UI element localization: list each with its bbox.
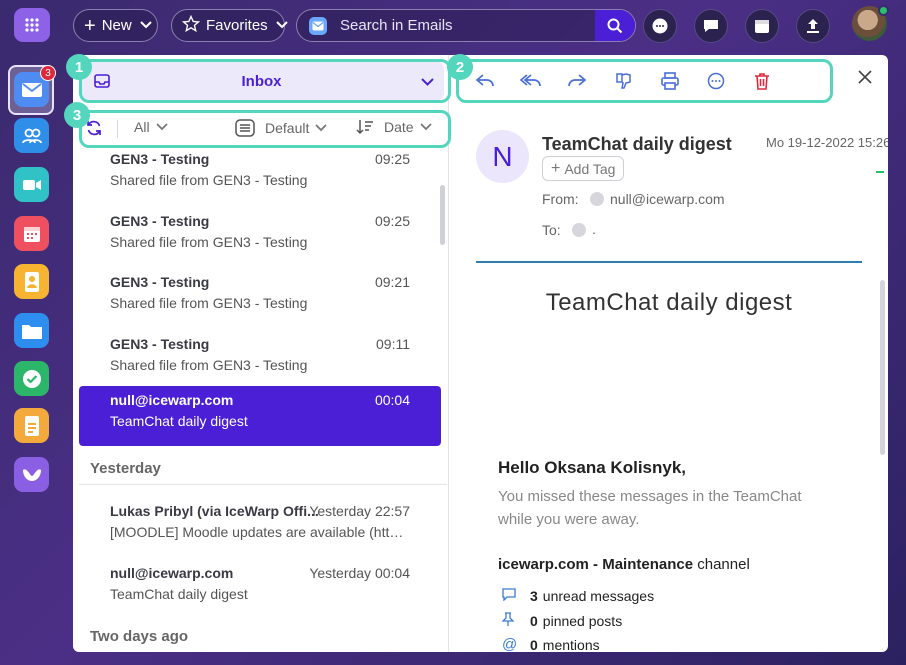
channel-name: icewarp.com - Maintenance xyxy=(498,556,694,573)
message-subject: TeamChat daily digest xyxy=(110,413,248,429)
message-subject: Shared file from GEN3 - Testing xyxy=(110,234,308,250)
teamchat-app-icon[interactable] xyxy=(14,457,49,492)
stat-label: pinned posts xyxy=(542,612,623,629)
pin-icon xyxy=(501,612,530,629)
upload-icon[interactable] xyxy=(796,9,830,43)
stat-mentions: @ 0 mentions xyxy=(502,636,600,652)
plus-icon: + xyxy=(84,14,96,37)
stat-label: unread messages xyxy=(542,588,655,604)
favorites-button[interactable]: Favorites xyxy=(171,9,288,42)
contacts-icon[interactable] xyxy=(14,118,49,153)
message-subject: Shared file from GEN3 - Testing xyxy=(110,172,308,188)
new-button[interactable]: + New xyxy=(73,9,158,42)
from-label: From: xyxy=(542,191,579,207)
message-row[interactable]: GEN3 - Testing 09:25 Shared file from GE… xyxy=(79,207,441,267)
recipient-avatar-small xyxy=(572,223,586,237)
group-header-two-days-ago: Two days ago xyxy=(90,628,189,645)
message-time: 09:25 xyxy=(374,151,410,167)
files-icon[interactable] xyxy=(14,313,49,348)
reading-pane: N TeamChat daily digest Mo 19-12-2022 15… xyxy=(450,55,888,652)
to-label: To: xyxy=(542,222,561,238)
highlight-box-filters xyxy=(79,110,451,148)
annotation-marker-2: 2 xyxy=(447,54,473,80)
message-row[interactable]: null@icewarp.com Yesterday 00:04 TeamCha… xyxy=(79,559,441,619)
highlight-box-folder xyxy=(79,59,451,103)
message-row[interactable]: GEN3 - Testing 09:11 Shared file from GE… xyxy=(79,330,441,390)
message-row[interactable]: GEN3 - Testing 09:21 Shared file from GE… xyxy=(79,268,441,328)
list-scrollbar[interactable] xyxy=(440,185,445,245)
search-input[interactable]: Search in Emails xyxy=(340,17,595,34)
mail-scope-icon xyxy=(309,16,327,35)
sender-avatar-small xyxy=(590,192,604,206)
calendar-app-icon[interactable] xyxy=(14,216,49,251)
stat-unread: 3 unread messages xyxy=(502,588,654,604)
video-meeting-icon[interactable] xyxy=(14,167,49,202)
status-indicator xyxy=(876,171,884,173)
mail-unread-badge: 3 xyxy=(40,65,56,81)
channel-suffix: channel xyxy=(693,556,750,573)
chevron-down-icon xyxy=(275,20,288,32)
message-subject: Shared file from GEN3 - Testing xyxy=(110,357,308,373)
message-date: Mo 19-12-2022 15:26 xyxy=(766,135,888,150)
message-subject-heading: TeamChat daily digest xyxy=(542,134,732,154)
at-icon: @ xyxy=(502,636,518,652)
add-tag-label: Add Tag xyxy=(564,160,616,177)
search-icon[interactable] xyxy=(595,10,635,41)
address-book-icon[interactable] xyxy=(14,264,49,299)
message-subject: Shared file from GEN3 - Testing xyxy=(110,295,308,311)
annotation-marker-1: 1 xyxy=(66,54,92,80)
tasks-icon[interactable] xyxy=(14,361,49,396)
close-icon[interactable] xyxy=(858,70,872,89)
message-time: Yesterday 00:04 xyxy=(309,565,410,581)
stat-label: mentions xyxy=(542,636,600,653)
app-launcher-icon[interactable] xyxy=(14,8,50,42)
email-intro-text: You missed these messages in the TeamCha… xyxy=(498,488,802,528)
top-bar: + New Favorites Search in Emails xyxy=(0,0,906,52)
documents-icon[interactable] xyxy=(14,408,49,443)
sender-avatar: N xyxy=(476,130,529,183)
header-divider xyxy=(476,261,862,263)
message-time: Yesterday 22:57 xyxy=(309,503,410,519)
to-address[interactable]: . xyxy=(592,221,596,237)
message-subject: [MOODLE] Moodle updates are available (h… xyxy=(110,524,410,540)
message-row[interactable]: GEN3 - Testing 09:25 Shared file from GE… xyxy=(79,147,441,205)
email-body-title: TeamChat daily digest xyxy=(545,289,793,316)
message-row[interactable]: Lukas Pribyl (via IceWarp Offi... Yester… xyxy=(79,497,441,557)
calendar-icon[interactable] xyxy=(745,9,779,43)
message-time: 00:04 xyxy=(374,392,410,408)
favorites-label: Favorites xyxy=(206,17,268,34)
email-greeting: Hello Oksana Kolisnyk, xyxy=(498,458,687,477)
divider xyxy=(79,484,447,485)
add-tag-button[interactable]: + Add Tag xyxy=(542,156,625,181)
teamchat-icon[interactable] xyxy=(643,9,677,43)
highlight-box-toolbar xyxy=(456,59,833,103)
reading-pane-scrollbar[interactable] xyxy=(880,280,885,455)
message-time: 09:21 xyxy=(374,274,410,290)
online-status-dot xyxy=(878,5,889,16)
message-time: 09:25 xyxy=(374,213,410,229)
message-row-selected[interactable]: null@icewarp.com 00:04 TeamChat daily di… xyxy=(79,386,441,446)
plus-icon: + xyxy=(551,159,561,177)
search-bar[interactable]: Search in Emails xyxy=(296,9,636,42)
chevron-down-icon xyxy=(139,20,152,32)
message-subject: TeamChat daily digest xyxy=(110,586,248,602)
annotation-marker-3: 3 xyxy=(64,102,90,128)
group-header-yesterday: Yesterday xyxy=(90,460,161,477)
chat-icon[interactable] xyxy=(694,9,728,43)
chat-bubble-icon xyxy=(502,588,530,604)
stat-pinned: 0 pinned posts xyxy=(501,612,623,629)
from-address[interactable]: null@icewarp.com xyxy=(610,191,725,207)
channel-heading: icewarp.com - Maintenance channel xyxy=(498,556,750,573)
message-time: 09:11 xyxy=(376,336,410,352)
new-label: New xyxy=(101,17,132,34)
stat-count: 0 xyxy=(530,612,538,629)
stat-count: 0 xyxy=(530,636,538,653)
star-icon xyxy=(181,14,201,37)
message-list: GEN3 - Testing 09:25 Shared file from GE… xyxy=(73,147,449,652)
user-avatar[interactable] xyxy=(852,5,889,41)
stat-count: 3 xyxy=(530,588,538,604)
